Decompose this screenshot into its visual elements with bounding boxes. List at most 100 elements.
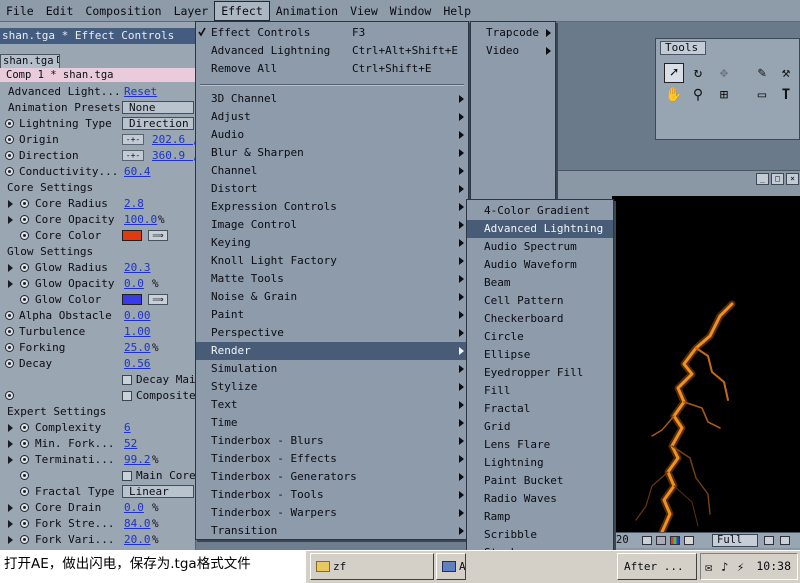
- render-item-lightning[interactable]: Lightning: [467, 454, 613, 472]
- menu-item-effect-controls[interactable]: Effect Controls F3: [196, 24, 468, 42]
- render-item-fractal[interactable]: Fractal: [467, 400, 613, 418]
- eyedropper-icon[interactable]: ⟹: [148, 294, 168, 305]
- region-of-interest-icon[interactable]: [684, 536, 694, 545]
- render-item-audio-spectrum[interactable]: Audio Spectrum: [467, 238, 613, 256]
- menu-category-transition[interactable]: Transition: [196, 522, 468, 540]
- rectangle-mask-tool-icon[interactable]: ▭: [752, 85, 772, 105]
- stopwatch-icon[interactable]: [20, 423, 29, 432]
- stopwatch-icon[interactable]: [5, 151, 14, 160]
- tab-close-icon[interactable]: [56, 56, 59, 63]
- menu-category-noise-grain[interactable]: Noise & Grain: [196, 288, 468, 306]
- stopwatch-icon[interactable]: [5, 391, 14, 400]
- stopwatch-icon[interactable]: [20, 487, 29, 496]
- menu-category-adjust[interactable]: Adjust: [196, 108, 468, 126]
- expand-triangle-icon[interactable]: [8, 440, 13, 448]
- maximize-icon[interactable]: □: [771, 173, 784, 185]
- brush-tool-icon[interactable]: ✎: [752, 63, 772, 83]
- menu-category-knoll-light-factory[interactable]: Knoll Light Factory: [196, 252, 468, 270]
- minimize-icon[interactable]: _: [756, 173, 769, 185]
- stopwatch-icon[interactable]: [20, 519, 29, 528]
- close-icon[interactable]: ×: [786, 173, 799, 185]
- expand-triangle-icon[interactable]: [8, 456, 13, 464]
- render-item-scribble[interactable]: Scribble: [467, 526, 613, 544]
- menu-category-tinderbox-blurs[interactable]: Tinderbox - Blurs: [196, 432, 468, 450]
- menu-window[interactable]: Window: [384, 1, 438, 21]
- taskbar-button-a[interactable]: A: [436, 553, 466, 580]
- expand-triangle-icon[interactable]: [8, 520, 13, 528]
- menu-category-tinderbox-effects[interactable]: Tinderbox - Effects: [196, 450, 468, 468]
- render-item-cell-pattern[interactable]: Cell Pattern: [467, 292, 613, 310]
- menu-view[interactable]: View: [344, 1, 384, 21]
- param-value[interactable]: 25.0: [124, 340, 151, 356]
- render-item-radio-waves[interactable]: Radio Waves: [467, 490, 613, 508]
- menu-item-video[interactable]: Video: [471, 42, 555, 60]
- menu-category-expression-controls[interactable]: Expression Controls: [196, 198, 468, 216]
- expand-triangle-icon[interactable]: [8, 200, 13, 208]
- composite-checkbox[interactable]: [122, 391, 132, 401]
- render-item-circle[interactable]: Circle: [467, 328, 613, 346]
- menu-category-paint[interactable]: Paint: [196, 306, 468, 324]
- param-value[interactable]: 1.00: [124, 324, 151, 340]
- ime-icon[interactable]: ✉: [705, 560, 712, 574]
- menu-category-blur-sharpen[interactable]: Blur & Sharpen: [196, 144, 468, 162]
- stopwatch-icon[interactable]: [5, 135, 14, 144]
- stopwatch-icon[interactable]: [5, 359, 14, 368]
- menu-category-render[interactable]: Render: [196, 342, 468, 360]
- core-settings-group[interactable]: Core Settings: [0, 180, 196, 196]
- glow-settings-group[interactable]: Glow Settings: [0, 244, 196, 260]
- fractal-type-dropdown[interactable]: Linear: [122, 485, 194, 498]
- channels-icon[interactable]: [670, 536, 680, 545]
- stopwatch-icon[interactable]: [20, 471, 29, 480]
- stopwatch-icon[interactable]: [20, 295, 29, 304]
- expand-triangle-icon[interactable]: [8, 504, 13, 512]
- param-value[interactable]: 0.00: [124, 308, 151, 324]
- rotate-tool-icon[interactable]: ↻: [688, 63, 708, 83]
- menu-file[interactable]: File: [0, 1, 40, 21]
- taskbar-button-after-effects[interactable]: After ...: [617, 553, 697, 580]
- param-value[interactable]: 99.2: [124, 452, 151, 468]
- render-item-ellipse[interactable]: Ellipse: [467, 346, 613, 364]
- render-item-beam[interactable]: Beam: [467, 274, 613, 292]
- menu-edit[interactable]: Edit: [40, 1, 80, 21]
- view-options-icon[interactable]: [764, 536, 774, 545]
- menu-layer[interactable]: Layer: [168, 1, 215, 21]
- reset-link[interactable]: Reset: [124, 84, 157, 100]
- core-color-swatch[interactable]: [122, 230, 142, 241]
- menu-category-tinderbox-warpers[interactable]: Tinderbox - Warpers: [196, 504, 468, 522]
- param-value[interactable]: 2.8: [124, 196, 144, 212]
- stopwatch-icon[interactable]: [5, 327, 14, 336]
- eyedropper-icon[interactable]: ⟹: [148, 230, 168, 241]
- expand-triangle-icon[interactable]: [8, 216, 13, 224]
- zoom-tool-icon[interactable]: ⚲: [688, 85, 708, 105]
- render-item-checkerboard[interactable]: Checkerboard: [467, 310, 613, 328]
- param-value[interactable]: 202.6 ,: [152, 132, 198, 148]
- param-value[interactable]: 52: [124, 436, 137, 452]
- clone-stamp-tool-icon[interactable]: ⚒: [776, 63, 796, 83]
- render-item-lens-flare[interactable]: Lens Flare: [467, 436, 613, 454]
- stopwatch-icon[interactable]: [20, 279, 29, 288]
- show-snapshot-icon[interactable]: [656, 536, 666, 545]
- expand-triangle-icon[interactable]: [8, 280, 13, 288]
- stopwatch-icon[interactable]: [5, 167, 14, 176]
- menu-category-3d-channel[interactable]: 3D Channel: [196, 90, 468, 108]
- render-item-advanced-lightning[interactable]: Advanced Lightning: [467, 220, 613, 238]
- camera-view-icon[interactable]: [780, 536, 790, 545]
- menu-category-image-control[interactable]: Image Control: [196, 216, 468, 234]
- menu-item-trapcode[interactable]: Trapcode: [471, 24, 555, 42]
- camera-tool-icon[interactable]: ✥: [714, 63, 734, 83]
- stopwatch-icon[interactable]: [20, 215, 29, 224]
- stopwatch-icon[interactable]: [20, 231, 29, 240]
- stopwatch-icon[interactable]: [20, 455, 29, 464]
- menu-effect[interactable]: Effect: [214, 0, 270, 21]
- menu-category-keying[interactable]: Keying: [196, 234, 468, 252]
- animation-presets-dropdown[interactable]: None: [122, 101, 194, 114]
- volume-icon[interactable]: ♪: [721, 560, 728, 574]
- glow-color-swatch[interactable]: [122, 294, 142, 305]
- param-value[interactable]: 0.0: [124, 276, 144, 292]
- composition-viewer[interactable]: [612, 196, 800, 532]
- stopwatch-icon[interactable]: [20, 199, 29, 208]
- expand-triangle-icon[interactable]: [8, 424, 13, 432]
- stopwatch-icon[interactable]: [5, 311, 14, 320]
- text-tool-icon[interactable]: T: [776, 85, 796, 105]
- stopwatch-icon[interactable]: [20, 263, 29, 272]
